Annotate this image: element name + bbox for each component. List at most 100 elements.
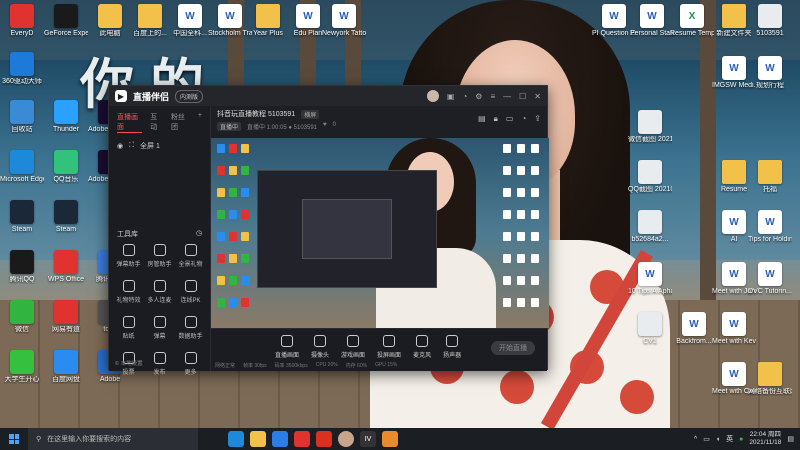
tab-interact[interactable]: 互动 <box>150 112 163 133</box>
network-icon[interactable]: ▭ <box>703 435 710 443</box>
iv-taskbar-icon[interactable]: IV <box>360 431 376 447</box>
add-scene-icon[interactable]: + <box>198 112 202 133</box>
wechat-tray-icon[interactable]: ● <box>739 436 743 443</box>
screen-icon[interactable]: ▭ <box>506 114 514 124</box>
start-live-button[interactable]: 开始直播 <box>491 341 535 355</box>
zoom-taskbar-icon[interactable] <box>272 431 288 447</box>
start-button[interactable] <box>0 428 28 450</box>
desktop-icon[interactable]: 回收站 <box>0 100 44 134</box>
desktop-icon[interactable]: Steam <box>44 200 88 234</box>
room-title[interactable]: 抖音玩直播教程 5103591 <box>217 109 295 119</box>
desktop-icon-label: Personal Stateme... <box>630 30 674 37</box>
tool-item[interactable]: 数据助手 <box>175 316 206 340</box>
desktop-icon[interactable]: Year Plus <box>246 4 290 38</box>
source-button[interactable]: 扬声器 <box>443 335 461 359</box>
layout-icon[interactable]: ▤ <box>478 114 486 124</box>
desktop-icon[interactable]: 5103591 <box>748 4 792 38</box>
source-button[interactable]: 游戏画面 <box>341 335 365 359</box>
tool-item[interactable]: 全景礼物 <box>175 244 206 268</box>
desktop-icon[interactable]: W Personal Stateme... <box>630 4 674 38</box>
desktop-icon[interactable]: QQ截图 20210803... <box>628 160 672 194</box>
tool-item[interactable]: 发布 <box>144 352 175 376</box>
desktop-icon[interactable]: 网络备份互联网工具 <box>748 362 792 396</box>
source-button[interactable]: 投屏画面 <box>377 335 401 359</box>
tool-item[interactable]: 更多 <box>175 352 206 376</box>
settings-icon[interactable]: ⚙ <box>475 92 482 101</box>
desktop-icon[interactable]: 百度上的... <box>128 4 172 38</box>
tray-up-icon[interactable]: ^ <box>694 436 697 443</box>
app-taskbar-icon[interactable] <box>382 431 398 447</box>
desktop-icon[interactable]: W Newyork Tattoo <box>322 4 366 38</box>
netease-taskbar-icon[interactable] <box>294 431 310 447</box>
desktop-icon[interactable]: b52684a2... <box>628 210 672 244</box>
clock[interactable]: 22:04 周四 2021/11/18 <box>749 431 781 447</box>
tool-item[interactable]: 贴纸 <box>113 316 144 340</box>
desktop-icon[interactable]: W Tips for Holding... <box>748 210 792 244</box>
maximize-icon[interactable]: ☐ <box>519 92 526 101</box>
source-button[interactable]: 直播画面 <box>275 335 299 359</box>
tools-settings-icon[interactable]: ◷ <box>196 229 202 239</box>
desktop-icon[interactable]: 微信 <box>0 300 44 334</box>
tab-fans[interactable]: 粉丝团 <box>171 112 190 133</box>
desktop-icon[interactable]: W DVC Tutorin... <box>748 262 792 296</box>
share-icon[interactable]: ⇪ <box>534 114 541 124</box>
bell-icon[interactable]: ◔ <box>462 92 467 101</box>
desktop-icon[interactable]: Microsoft Edge <box>0 150 44 184</box>
tool-item[interactable]: 连线PK <box>175 280 206 304</box>
notify-icon[interactable]: ◔ <box>521 114 526 124</box>
desktop-icon[interactable]: 百度网盘 <box>44 350 88 384</box>
desktop-icon[interactable]: W 10 Tips A Aphas Cod... <box>628 262 672 296</box>
avatar[interactable] <box>426 90 439 102</box>
desktop-icon[interactable]: EveryD <box>0 4 44 38</box>
close-icon[interactable]: ✕ <box>534 92 541 101</box>
version-badge[interactable]: 内测版 <box>175 89 204 103</box>
skin-icon[interactable]: ▣ <box>447 92 455 101</box>
youdao-taskbar-icon[interactable] <box>316 431 332 447</box>
live-companion-taskbar-icon[interactable] <box>338 431 354 447</box>
input-lang[interactable]: 英 <box>726 434 733 444</box>
source-button[interactable]: 麦克风 <box>413 335 431 359</box>
crop-icon[interactable]: ⛶ <box>129 142 134 150</box>
desktop-icon[interactable]: W Backfrom... <box>672 312 716 346</box>
desktop-icon[interactable]: CV1 <box>628 312 672 346</box>
desktop-icon[interactable]: 大学生开心 <box>0 350 44 384</box>
orientation-tag[interactable]: 横屏 <box>301 109 320 119</box>
source-button[interactable]: 摄像头 <box>311 335 329 359</box>
eye-icon[interactable]: ◉ <box>117 142 123 150</box>
lock-icon[interactable]: 🔒︎ <box>494 114 498 124</box>
tool-item[interactable]: 房管助手 <box>144 244 175 268</box>
taskbar-search[interactable]: ⚲ 在这里输入你要搜索的内容 <box>28 428 198 450</box>
scene-item[interactable]: ◉ ⛶ 全屏 1 <box>109 139 210 153</box>
desktop-icon[interactable]: GeForce Experience <box>44 4 88 38</box>
tool-item[interactable]: 礼物特效 <box>113 280 144 304</box>
desktop-icon[interactable]: WPS Office <box>44 250 88 284</box>
desktop-icon[interactable]: W Meet with Kevin <box>712 312 756 346</box>
menu-icon[interactable]: ≡ <box>490 92 495 101</box>
desktop-icon[interactable]: X Resume Template... <box>670 4 714 38</box>
tool-item[interactable]: 弹幕 <box>144 316 175 340</box>
desktop-icon[interactable]: QQ音乐 <box>44 150 88 184</box>
desktop-icon[interactable]: 360驱动大师 <box>0 52 44 86</box>
desktop-icon[interactable]: Thunder <box>44 100 88 134</box>
live-preview[interactable] <box>211 138 549 328</box>
desktop-icon[interactable]: 托福 <box>748 160 792 194</box>
tool-item[interactable]: 多人连麦 <box>144 280 175 304</box>
edge-taskbar-icon[interactable] <box>228 431 244 447</box>
live-companion-window[interactable]: ▶ 直播伴侣 内测版 ▣ ◔ ⚙ ≡ — ☐ ✕ 直播画面 互动 粉丝团 + ◉… <box>108 85 549 376</box>
minimize-icon[interactable]: — <box>503 92 511 101</box>
preview-desktop-icon <box>229 188 237 197</box>
notification-icon[interactable]: ▤ <box>787 435 794 443</box>
desktop-icon[interactable]: 此电脑 <box>88 4 132 38</box>
tab-scene[interactable]: 直播画面 <box>117 112 143 133</box>
desktop-icon[interactable]: W 中国全科... <box>168 4 212 38</box>
desktop-icon[interactable]: 网易有道 <box>44 300 88 334</box>
title-bar[interactable]: ▶ 直播伴侣 内测版 ▣ ◔ ⚙ ≡ — ☐ ✕ <box>109 86 547 106</box>
desktop-icon[interactable]: 微信截图 202107... <box>628 110 672 144</box>
tool-item[interactable]: 弹幕助手 <box>113 244 144 268</box>
desktop-icon[interactable]: W 规划行程 <box>748 56 792 90</box>
local-settings-link[interactable]: © 本地设置 <box>115 359 143 367</box>
explorer-taskbar-icon[interactable] <box>250 431 266 447</box>
desktop-icon[interactable]: Steam <box>0 200 44 234</box>
desktop-icon[interactable]: 腾讯QQ <box>0 250 44 284</box>
volume-icon[interactable]: ◖ <box>716 436 720 443</box>
